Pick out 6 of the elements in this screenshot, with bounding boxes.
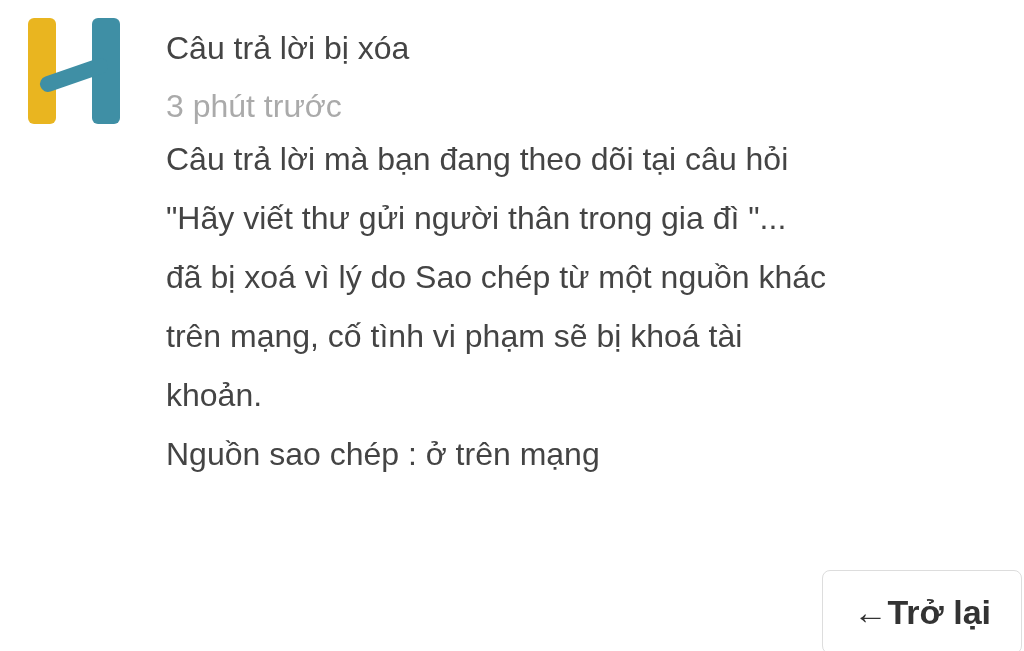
notification-time: 3 phút trước [166,87,342,126]
logo-icon [26,16,122,126]
copy-source-text: Nguồn sao chép : ở trên mạng [166,435,600,474]
notification-title: Câu trả lời bị xóa [166,29,410,68]
notification-message: Câu trả lời mà bạn đang theo dõi tại câu hỏi "Hãy viết thư gửi người thân trong gia đì "... đã bị xoá vì lý do Sao chép từ một nguồn khác trên mạng, cố tình vi phạm sẽ bị khoá tài khoản. [166,140,827,415]
back-button[interactable]: ←Trở lại [822,570,1022,651]
